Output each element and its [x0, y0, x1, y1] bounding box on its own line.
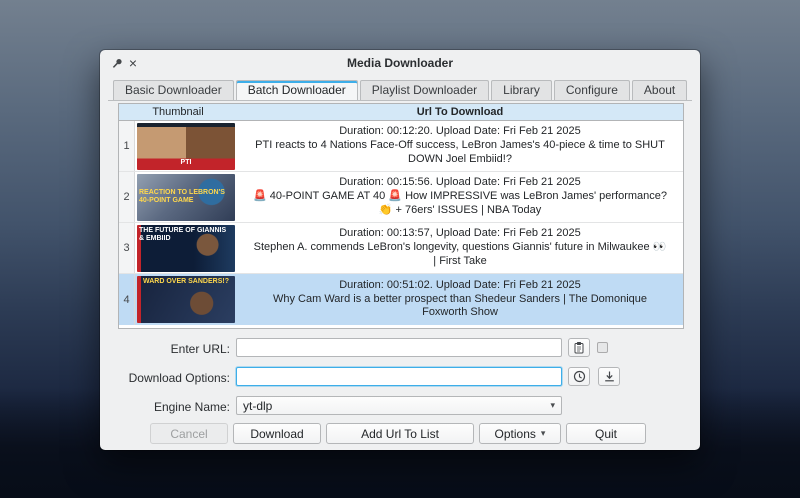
thumbnail-caption: Reaction to LeBron's 40-point game	[137, 187, 235, 207]
table-header: Thumbnail Url To Download	[119, 104, 683, 121]
row-number: 2	[119, 172, 135, 222]
chevron-down-icon: ▾	[550, 400, 555, 411]
paste-clipboard-button[interactable]	[568, 338, 590, 357]
download-button-label: Download	[250, 427, 303, 441]
quit-button[interactable]: Quit	[566, 423, 646, 444]
tab-divider	[108, 100, 692, 101]
video-title: Why Cam Ward is a better prospect than S…	[251, 293, 669, 321]
table-row[interactable]: 1 PTI Duration: 00:12:20. Upload Date: F…	[119, 121, 683, 172]
tab-basic-downloader[interactable]: Basic Downloader	[113, 80, 234, 100]
options-button[interactable]: Options ▾	[479, 423, 561, 444]
video-title: PTI reacts to 4 Nations Face-Off success…	[251, 139, 669, 167]
tab-bar: Basic Downloader Batch Downloader Playli…	[113, 80, 689, 101]
quit-button-label: Quit	[595, 427, 617, 441]
video-duration: Duration: 00:12:20. Upload Date: Fri Feb…	[339, 125, 581, 139]
engine-name-combobox[interactable]: yt-dlp ▾	[236, 396, 562, 415]
video-thumbnail: Reaction to LeBron's 40-point game	[137, 174, 235, 221]
video-title: 🚨 40-POINT GAME AT 40 🚨 How IMPRESSIVE w…	[251, 190, 669, 218]
options-history-button[interactable]	[568, 367, 590, 386]
video-duration: Duration: 00:51:02. Upload Date: Fri Feb…	[339, 279, 581, 293]
engine-name-value: yt-dlp	[243, 399, 550, 413]
url-cell[interactable]: Duration: 00:12:20. Upload Date: Fri Feb…	[237, 121, 683, 171]
cancel-button-label: Cancel	[170, 427, 207, 441]
thumbnail-cell: Reaction to LeBron's 40-point game	[135, 172, 237, 222]
tab-batch-downloader[interactable]: Batch Downloader	[236, 80, 358, 101]
column-header-thumbnail: Thumbnail	[119, 106, 237, 118]
row-number: 1	[119, 121, 135, 171]
url-cell[interactable]: Duration: 00:13:57, Upload Date: Fri Feb…	[237, 223, 683, 273]
tab-library[interactable]: Library	[491, 80, 552, 100]
download-list-table[interactable]: Thumbnail Url To Download 1 PTI Duration…	[118, 103, 684, 329]
thumbnail-cell: The future of Giannis & Embiid	[135, 223, 237, 273]
thumbnail-caption: Ward over Sanders!?	[141, 276, 231, 288]
clipboard-monitor-checkbox[interactable]	[597, 342, 608, 353]
download-options-fetch-button[interactable]	[598, 367, 620, 386]
chevron-down-icon: ▾	[541, 428, 546, 439]
cancel-button[interactable]: Cancel	[150, 423, 228, 444]
thumbnail-caption: The future of Giannis & Embiid	[137, 225, 235, 245]
video-title: Stephen A. commends LeBron's longevity, …	[251, 241, 669, 269]
video-duration: Duration: 00:13:57, Upload Date: Fri Feb…	[339, 227, 581, 241]
url-cell[interactable]: Duration: 00:15:56. Upload Date: Fri Feb…	[237, 172, 683, 222]
thumbnail-caption: PTI	[179, 157, 194, 169]
download-options-input[interactable]	[236, 367, 562, 386]
enter-url-label: Enter URL:	[100, 342, 230, 356]
thumbnail-cell: PTI	[135, 121, 237, 171]
tab-about[interactable]: About	[632, 80, 687, 100]
media-downloader-window: × Media Downloader Basic Downloader Batc…	[100, 50, 700, 450]
window-title: Media Downloader	[100, 56, 700, 70]
add-url-button-label: Add Url To List	[361, 427, 439, 441]
video-thumbnail: PTI	[137, 123, 235, 170]
history-clock-icon	[573, 370, 586, 383]
tab-playlist-downloader[interactable]: Playlist Downloader	[360, 80, 489, 100]
column-header-url: Url To Download	[237, 106, 683, 118]
url-cell[interactable]: Duration: 00:51:02. Upload Date: Fri Feb…	[237, 274, 683, 325]
table-row[interactable]: 2 Reaction to LeBron's 40-point game Dur…	[119, 172, 683, 223]
video-thumbnail: Ward over Sanders!?	[137, 276, 235, 323]
add-url-to-list-button[interactable]: Add Url To List	[326, 423, 474, 444]
download-options-label: Download Options:	[100, 371, 230, 385]
download-arrow-icon	[603, 370, 616, 383]
options-button-label: Options	[495, 427, 536, 441]
enter-url-input[interactable]	[236, 338, 562, 357]
titlebar[interactable]: × Media Downloader	[100, 50, 700, 76]
table-row[interactable]: 3 The future of Giannis & Embiid Duratio…	[119, 223, 683, 274]
row-number: 3	[119, 223, 135, 273]
table-row-selected[interactable]: 4 Ward over Sanders!? Duration: 00:51:02…	[119, 274, 683, 325]
download-button[interactable]: Download	[233, 423, 321, 444]
thumbnail-cell: Ward over Sanders!?	[135, 274, 237, 325]
video-thumbnail: The future of Giannis & Embiid	[137, 225, 235, 272]
engine-name-label: Engine Name:	[100, 400, 230, 414]
video-duration: Duration: 00:15:56. Upload Date: Fri Feb…	[339, 176, 581, 190]
clipboard-icon	[573, 341, 585, 354]
row-number: 4	[119, 274, 135, 325]
tab-configure[interactable]: Configure	[554, 80, 630, 100]
